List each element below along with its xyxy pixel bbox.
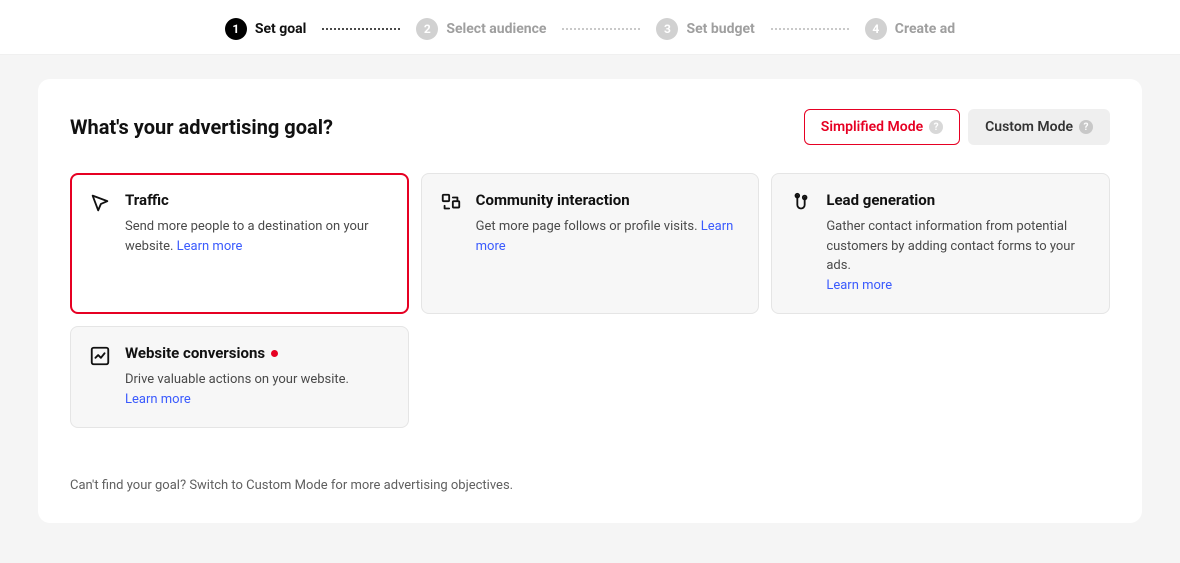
community-icon [440,192,462,214]
goal-title: Community interaction [476,190,741,211]
step-connector [322,28,400,30]
help-icon[interactable]: ? [1079,120,1093,134]
goal-website-conversions[interactable]: Website conversions Drive valuable actio… [70,326,409,428]
goal-card: What's your advertising goal? Simplified… [38,79,1142,523]
goal-traffic[interactable]: Traffic Send more people to a destinatio… [70,173,409,314]
step-number: 3 [656,18,678,40]
custom-mode-button[interactable]: Custom Mode ? [968,109,1110,145]
step-number: 1 [225,18,247,40]
stepper: 1 Set goal 2 Select audience 3 Set budge… [0,0,1180,55]
step-label: Set budget [686,21,754,37]
page-body: What's your advertising goal? Simplified… [0,55,1180,563]
goal-lead-generation[interactable]: Lead generation Gather contact informati… [771,173,1110,314]
indicator-dot-icon [271,350,278,357]
lead-icon [790,192,812,214]
goal-community-interaction[interactable]: Community interaction Get more page foll… [421,173,760,314]
step-create-ad[interactable]: 4 Create ad [865,18,955,40]
mode-label: Custom Mode [985,119,1073,135]
goal-description: Get more page follows or profile visits.… [476,217,741,256]
step-number: 2 [416,18,438,40]
cursor-icon [89,192,111,214]
goal-description: Drive valuable actions on your website.L… [125,370,390,409]
step-label: Select audience [446,21,546,37]
goal-title: Website conversions [125,343,265,364]
learn-more-link[interactable]: Learn more [125,392,191,407]
learn-more-link[interactable]: Learn more [177,239,243,254]
goal-description: Send more people to a destination on you… [125,217,390,256]
simplified-mode-button[interactable]: Simplified Mode ? [804,109,960,145]
mode-label: Simplified Mode [821,119,923,135]
step-select-audience[interactable]: 2 Select audience [416,18,546,40]
footer-note: Can't find your goal? Switch to Custom M… [70,478,1110,493]
mode-toggle: Simplified Mode ? Custom Mode ? [804,109,1110,145]
goal-title: Traffic [125,190,390,211]
step-label: Set goal [255,21,307,37]
step-number: 4 [865,18,887,40]
step-label: Create ad [895,21,955,37]
step-connector [771,28,849,30]
goal-description: Gather contact information from potentia… [826,217,1091,295]
learn-more-link[interactable]: Learn more [826,278,892,293]
goal-title: Lead generation [826,190,1091,211]
help-icon[interactable]: ? [929,120,943,134]
step-connector [562,28,640,30]
step-set-budget[interactable]: 3 Set budget [656,18,754,40]
step-set-goal[interactable]: 1 Set goal [225,18,307,40]
page-title: What's your advertising goal? [70,115,333,139]
conversions-icon [89,345,111,367]
